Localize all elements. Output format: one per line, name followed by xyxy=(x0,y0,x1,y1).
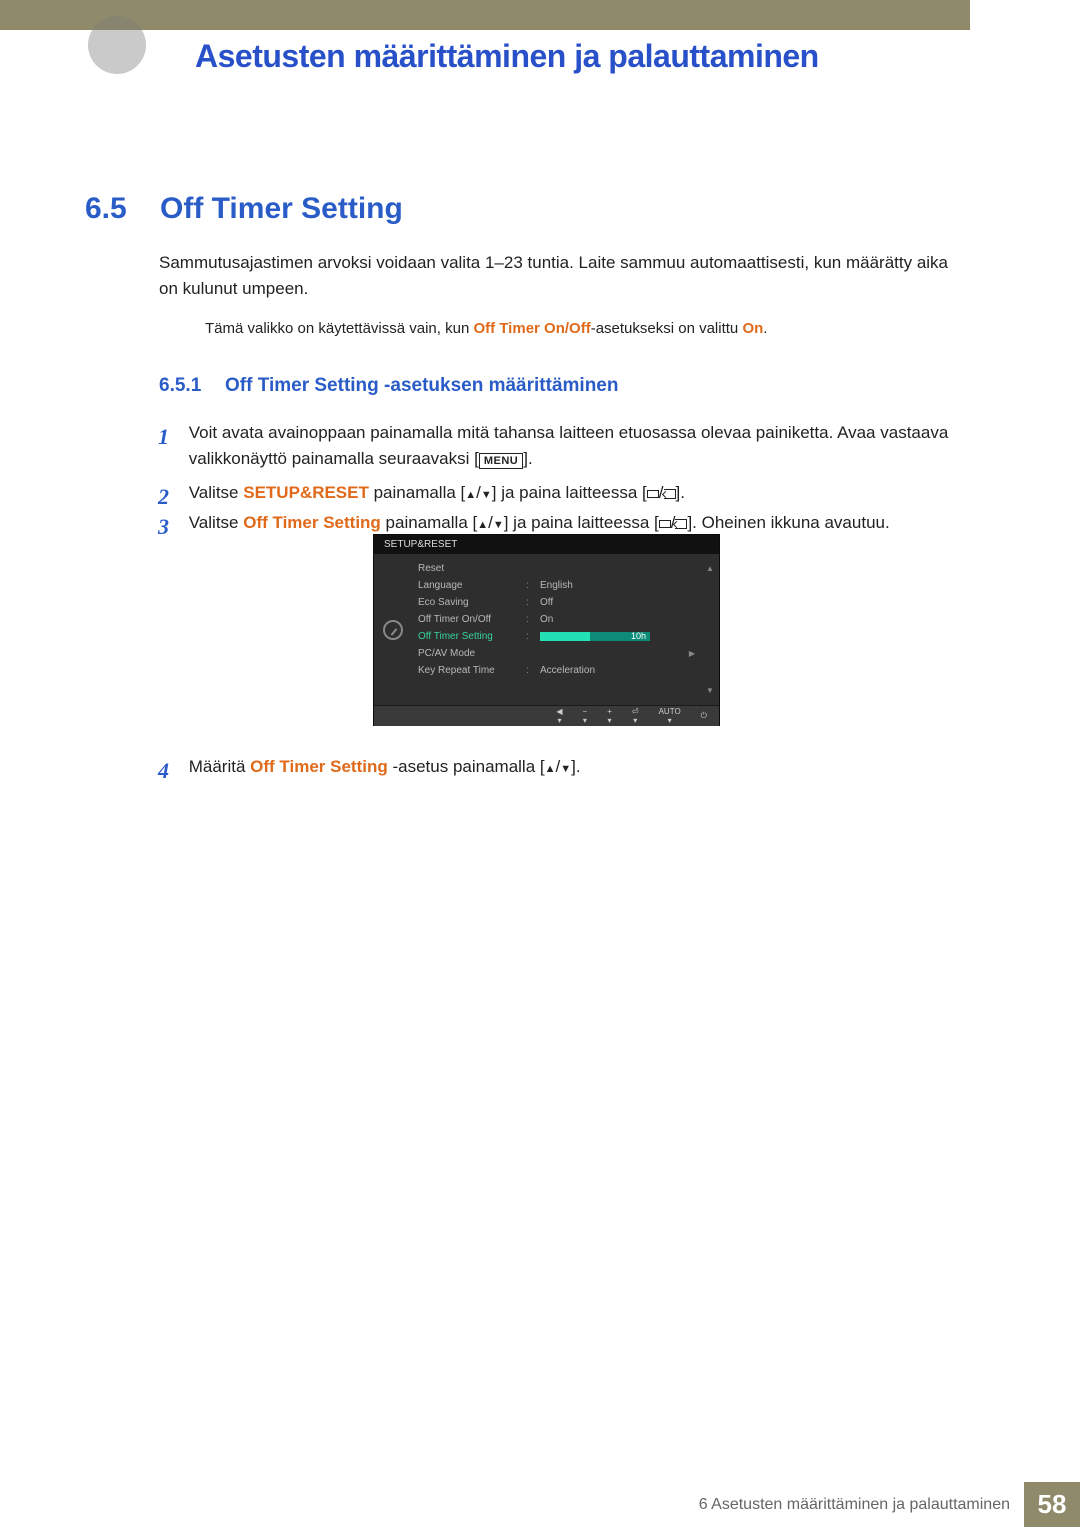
step-2-mid: painamalla [ xyxy=(369,483,465,502)
step-1-text: Voit avata avainoppaan painamalla mitä t… xyxy=(189,423,949,468)
chapter-title: Asetusten määrittäminen ja palauttaminen xyxy=(195,38,819,75)
step-3-mid: painamalla [ xyxy=(381,513,477,532)
intro-paragraph: Sammutusajastimen arvoksi voidaan valita… xyxy=(159,250,969,303)
up-arrow-icon xyxy=(545,757,556,776)
footer-page-number: 58 xyxy=(1024,1482,1080,1527)
note-mid: -asetukseksi on valittu xyxy=(591,320,743,337)
osd-slider-fill xyxy=(540,632,590,641)
osd-row-language: Language : English xyxy=(418,577,695,594)
footer-btn-power: ⏻ xyxy=(701,712,707,720)
footer-btn-back: ◀▾ xyxy=(556,708,562,725)
osd-footer-buttons: ◀▾ −▾ +▾ ⏎▾ AUTO▾ ⏻ xyxy=(374,705,719,726)
up-arrow-icon xyxy=(465,483,476,502)
osd-row-pcav: PC/AV Mode ▶ xyxy=(418,645,695,662)
step-4: 4 Määritä Off Timer Setting -asetus pain… xyxy=(158,754,978,788)
enter-icon xyxy=(664,489,676,499)
subsection-title: Off Timer Setting -asetuksen määrittämin… xyxy=(225,375,618,397)
menu-button-label: MENU xyxy=(479,453,523,469)
step-2-end: ]. xyxy=(676,483,685,502)
source-icon xyxy=(659,520,671,528)
osd-label: Eco Saving xyxy=(418,597,518,608)
step-1: 1 Voit avata avainoppaan painamalla mitä… xyxy=(158,420,978,473)
osd-value: Acceleration xyxy=(540,665,595,676)
page-footer: 6 Asetusten määrittäminen ja palauttamin… xyxy=(0,1482,1080,1527)
osd-colon: : xyxy=(526,597,532,608)
down-arrow-icon xyxy=(560,757,571,776)
step-4-end: ]. xyxy=(571,757,580,776)
osd-scroll-arrows: ▲ ▼ xyxy=(701,554,719,705)
footer-btn-auto: AUTO▾ xyxy=(659,708,681,725)
osd-value: On xyxy=(540,614,553,625)
osd-header: SETUP&RESET xyxy=(374,535,719,554)
top-olive-bar xyxy=(0,0,970,30)
step-3-mid3: ]. Oheinen ikkuna avautuu. xyxy=(687,513,889,532)
osd-row-ecosaving: Eco Saving : Off xyxy=(418,594,695,611)
step-2-mid2: ] ja paina laitteessa [ xyxy=(492,483,647,502)
step-4-bold: Off Timer Setting xyxy=(250,757,388,776)
osd-row-offtimer-onoff: Off Timer On/Off : On xyxy=(418,611,695,628)
osd-value: Off xyxy=(540,597,553,608)
step-3-bold: Off Timer Setting xyxy=(243,513,381,532)
step-4-mid: -asetus painamalla [ xyxy=(388,757,545,776)
footer-btn-plus: +▾ xyxy=(607,708,612,725)
osd-label-selected: Off Timer Setting xyxy=(418,631,518,642)
step-3-pre: Valitse xyxy=(189,513,244,532)
down-arrow-icon xyxy=(493,513,504,532)
osd-tab-icon-column xyxy=(374,554,412,705)
note-bold-1: Off Timer On/Off xyxy=(473,320,590,337)
scroll-down-icon: ▼ xyxy=(706,686,714,695)
step-2-number: 2 xyxy=(158,480,184,514)
note-pre: Tämä valikko on käytettävissä vain, kun xyxy=(205,320,473,337)
osd-colon: : xyxy=(526,665,532,676)
step-3-mid2: ] ja paina laitteessa [ xyxy=(504,513,659,532)
step-4-pre: Määritä xyxy=(189,757,250,776)
scroll-up-icon: ▲ xyxy=(706,564,714,573)
osd-label: Language xyxy=(418,580,518,591)
osd-label: Reset xyxy=(418,563,518,574)
step-3-number: 3 xyxy=(158,510,184,544)
chapter-number-badge xyxy=(88,16,146,74)
osd-label: PC/AV Mode xyxy=(418,648,518,659)
section-number: 6.5 xyxy=(85,192,127,226)
step-1-text-end: ]. xyxy=(523,449,532,468)
setup-reset-tab-icon xyxy=(383,620,403,640)
step-1-number: 1 xyxy=(158,420,184,454)
submenu-arrow-icon: ▶ xyxy=(689,649,695,658)
availability-note: Tämä valikko on käytettävissä vain, kun … xyxy=(205,320,965,337)
footer-chapter-label: 6 Asetusten määrittäminen ja palauttamin… xyxy=(699,1482,1024,1527)
footer-btn-enter: ⏎▾ xyxy=(632,708,639,725)
osd-slider: 10h xyxy=(540,632,650,641)
step-2: 2 Valitse SETUP&RESET painamalla [/] ja … xyxy=(158,480,978,514)
footer-btn-minus: −▾ xyxy=(583,708,588,725)
enter-icon xyxy=(675,519,687,529)
osd-value: English xyxy=(540,580,573,591)
step-2-pre: Valitse xyxy=(189,483,244,502)
osd-row-offtimer-setting: Off Timer Setting : 10h xyxy=(418,628,695,645)
subsection-number: 6.5.1 xyxy=(159,375,201,397)
up-arrow-icon xyxy=(477,513,488,532)
source-icon xyxy=(647,490,659,498)
osd-screenshot: SETUP&RESET Reset Language : English Eco… xyxy=(373,534,720,726)
osd-slider-value: 10h xyxy=(631,631,646,641)
osd-colon: : xyxy=(526,614,532,625)
osd-label: Off Timer On/Off xyxy=(418,614,518,625)
step-2-bold: SETUP&RESET xyxy=(243,483,369,502)
osd-menu-list: Reset Language : English Eco Saving : Of… xyxy=(412,554,701,705)
step-4-number: 4 xyxy=(158,754,184,788)
section-title: Off Timer Setting xyxy=(160,192,403,226)
note-bold-2: On xyxy=(742,320,763,337)
osd-body: Reset Language : English Eco Saving : Of… xyxy=(374,554,719,705)
osd-colon: : xyxy=(526,631,532,642)
osd-row-reset: Reset xyxy=(418,560,695,577)
osd-row-keyrepeat: Key Repeat Time : Acceleration xyxy=(418,662,695,679)
osd-colon: : xyxy=(526,580,532,591)
osd-label: Key Repeat Time xyxy=(418,665,518,676)
down-arrow-icon xyxy=(481,483,492,502)
note-post: . xyxy=(763,320,767,337)
